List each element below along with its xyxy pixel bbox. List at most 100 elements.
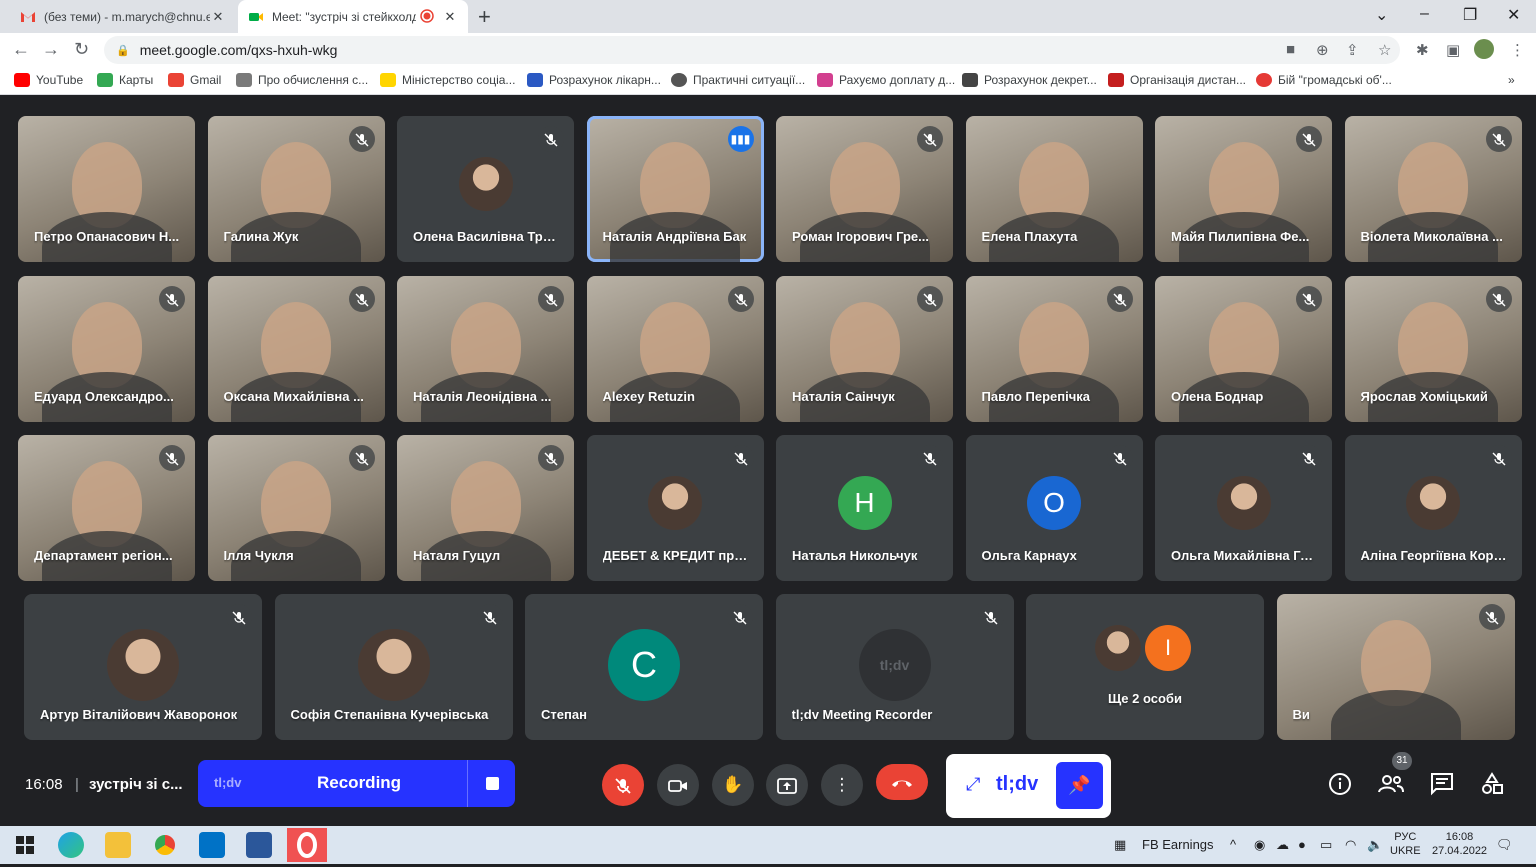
file-explorer-icon[interactable] bbox=[105, 832, 131, 858]
participant-tile[interactable]: Павло Перепічка bbox=[965, 276, 1143, 422]
camera-in-use-icon[interactable]: ■ bbox=[1286, 41, 1295, 58]
edge-icon[interactable] bbox=[58, 832, 84, 858]
bookmark-3[interactable]: Розрахунок лікарн... bbox=[527, 73, 661, 87]
bookmark-8[interactable]: Бій "громадські об'... bbox=[1256, 73, 1392, 87]
expand-icon[interactable]: ⤢ bbox=[966, 774, 980, 795]
building-icon bbox=[236, 73, 252, 87]
bookmark-5[interactable]: Рахуємо доплату д... bbox=[817, 73, 955, 87]
chat-button[interactable] bbox=[1430, 772, 1454, 802]
participant-tile[interactable]: Галина Жук bbox=[207, 116, 385, 262]
more-options-button[interactable]: ⋮ bbox=[821, 764, 863, 806]
participant-name: Ольга Михайлівна Гл... bbox=[1171, 548, 1318, 563]
extensions-icon[interactable]: ✱ bbox=[1416, 41, 1429, 59]
bookmark-youtube[interactable]: YouTube bbox=[14, 73, 83, 87]
word-icon[interactable] bbox=[246, 832, 272, 858]
meet-tray-icon[interactable]: ◉ bbox=[1254, 837, 1265, 853]
language-indicator[interactable]: РУС UKRE bbox=[1390, 830, 1421, 858]
close-window-icon[interactable]: ✕ bbox=[1507, 5, 1520, 25]
participant-tile[interactable]: Наталя Гуцул bbox=[397, 435, 574, 581]
participant-tile[interactable]: Департамент регіон... bbox=[18, 435, 195, 581]
cloud-icon[interactable]: ☁ bbox=[1276, 837, 1289, 853]
share-icon[interactable]: ⇪ bbox=[1346, 41, 1359, 59]
chrome-icon[interactable] bbox=[152, 832, 178, 858]
restore-icon[interactable]: ❐ bbox=[1463, 5, 1477, 25]
participant-tile[interactable]: Артур Віталійович Жаворонок bbox=[24, 594, 262, 740]
meeting-name[interactable]: зустріч зі с... bbox=[89, 776, 183, 793]
side-panel-icon[interactable]: ▣ bbox=[1446, 41, 1460, 59]
people-button[interactable] bbox=[1378, 772, 1404, 802]
participant-tile[interactable]: Роман Ігорович Гре... bbox=[776, 116, 953, 262]
new-tab-icon[interactable]: + bbox=[478, 4, 491, 30]
participant-tile[interactable]: Ярослав Хоміцький bbox=[1344, 276, 1522, 422]
participant-tile[interactable]: ▮▮▮ Наталія Андріївна Бак bbox=[586, 116, 764, 262]
participant-tile[interactable]: Віолета Миколаївна ... bbox=[1344, 116, 1522, 262]
participant-tile[interactable]: Софія Степанівна Кучерівська bbox=[274, 594, 513, 740]
info-button[interactable] bbox=[1328, 772, 1352, 802]
present-button[interactable] bbox=[766, 764, 808, 806]
bookmark-4[interactable]: Практичні ситуації... bbox=[671, 73, 805, 87]
bookmark-7[interactable]: Організація дистан... bbox=[1108, 73, 1246, 87]
participant-tile[interactable]: Аліна Георгіївна Корб... bbox=[1344, 435, 1522, 581]
more-bookmarks-icon[interactable]: » bbox=[1508, 73, 1515, 87]
participant-tile[interactable]: Alexey Retuzin bbox=[586, 276, 764, 422]
participant-tile[interactable]: Ви bbox=[1276, 594, 1515, 740]
participant-tile[interactable]: Оксана Михайлівна ... bbox=[207, 276, 385, 422]
battery-icon[interactable]: ▭ bbox=[1320, 837, 1332, 853]
back-icon[interactable]: ← bbox=[12, 39, 30, 60]
bookmark-star-icon[interactable]: ☆ bbox=[1378, 41, 1391, 59]
widget-icon[interactable]: ▦ bbox=[1114, 837, 1126, 853]
microphone-tray-icon[interactable]: ● bbox=[1298, 837, 1306, 852]
tab-meet[interactable]: Meet: "зустріч зі стейкхолдерами" ✕ bbox=[238, 0, 468, 33]
address-bar[interactable]: 🔒 meet.google.com/qxs-hxuh-wkg bbox=[104, 36, 1400, 64]
participant-tile[interactable]: Ілля Чукля bbox=[207, 435, 385, 581]
wifi-icon[interactable]: ◠ bbox=[1345, 837, 1356, 853]
notifications-icon[interactable]: 🗨 bbox=[1496, 837, 1513, 853]
tab-gmail[interactable]: (без теми) - m.marych@chnu.edu.ua ✕ bbox=[10, 0, 236, 33]
raise-hand-button[interactable]: ✋ bbox=[712, 764, 754, 806]
participant-tile[interactable]: І Ще 2 особи bbox=[1026, 594, 1264, 740]
participant-tile[interactable]: Ольга Михайлівна Гл... bbox=[1155, 435, 1332, 581]
participant-tile[interactable]: Олена Василівна Трет... bbox=[397, 116, 574, 262]
participant-tile[interactable]: Н Наталья Никольчук bbox=[776, 435, 953, 581]
bookmark-maps[interactable]: Карты bbox=[97, 73, 153, 87]
close-tab-icon[interactable]: ✕ bbox=[210, 9, 226, 25]
tab-search-icon[interactable]: ⌄ bbox=[1375, 5, 1388, 25]
profile-avatar[interactable] bbox=[1474, 39, 1494, 59]
stop-recording-button[interactable] bbox=[467, 760, 515, 807]
forward-icon[interactable]: → bbox=[42, 39, 60, 60]
tray-chevron-icon[interactable]: ^ bbox=[1230, 837, 1236, 852]
bookmark-gmail[interactable]: Gmail bbox=[168, 73, 221, 87]
camera-toggle-button[interactable] bbox=[657, 764, 699, 806]
participant-tile[interactable]: Майя Пилипівна Фе... bbox=[1155, 116, 1332, 262]
close-tab-icon[interactable]: ✕ bbox=[442, 9, 458, 25]
participant-tile[interactable]: tl;dv tl;dv Meeting Recorder bbox=[775, 594, 1014, 740]
mic-toggle-button[interactable] bbox=[602, 764, 644, 806]
opera-icon[interactable] bbox=[287, 828, 327, 862]
participant-tile[interactable]: С Степан bbox=[525, 594, 763, 740]
bookmark-1[interactable]: Про обчислення с... bbox=[236, 73, 368, 87]
divider: | bbox=[75, 776, 79, 793]
reload-icon[interactable]: ↻ bbox=[74, 39, 89, 60]
participant-tile[interactable]: Елена Плахута bbox=[965, 116, 1143, 262]
pin-button[interactable]: 📌 bbox=[1056, 762, 1103, 809]
bookmark-6[interactable]: Розрахунок декрет... bbox=[962, 73, 1097, 87]
menu-icon[interactable]: ⋮ bbox=[1510, 41, 1525, 59]
minimize-icon[interactable]: – bbox=[1420, 5, 1429, 23]
participant-tile[interactable]: Олена Боднар bbox=[1155, 276, 1332, 422]
hang-up-button[interactable] bbox=[876, 764, 928, 800]
participant-tile[interactable]: Наталія Саінчук bbox=[776, 276, 953, 422]
taskbar-widget-label[interactable]: FB Earnings bbox=[1142, 837, 1214, 852]
zoom-icon[interactable]: ⊕ bbox=[1316, 41, 1329, 59]
windows-start-icon[interactable] bbox=[12, 832, 38, 858]
mail-icon[interactable] bbox=[199, 832, 225, 858]
mic-off-icon bbox=[917, 445, 943, 471]
participant-tile[interactable]: Петро Опанасович Н... bbox=[18, 116, 195, 262]
participant-tile[interactable]: Едуард Олександро... bbox=[18, 276, 195, 422]
participant-tile[interactable]: Наталія Леонідівна ... bbox=[397, 276, 574, 422]
participant-tile[interactable]: О Ольга Карнаух bbox=[965, 435, 1143, 581]
bookmark-2[interactable]: Міністерство соціа... bbox=[380, 73, 515, 87]
participant-tile[interactable]: ДЕБЕТ & КРЕДИТ про... bbox=[586, 435, 764, 581]
taskbar-clock[interactable]: 16:08 27.04.2022 bbox=[1432, 830, 1487, 858]
volume-icon[interactable]: 🔈 bbox=[1367, 837, 1383, 853]
activities-button[interactable] bbox=[1480, 772, 1504, 802]
